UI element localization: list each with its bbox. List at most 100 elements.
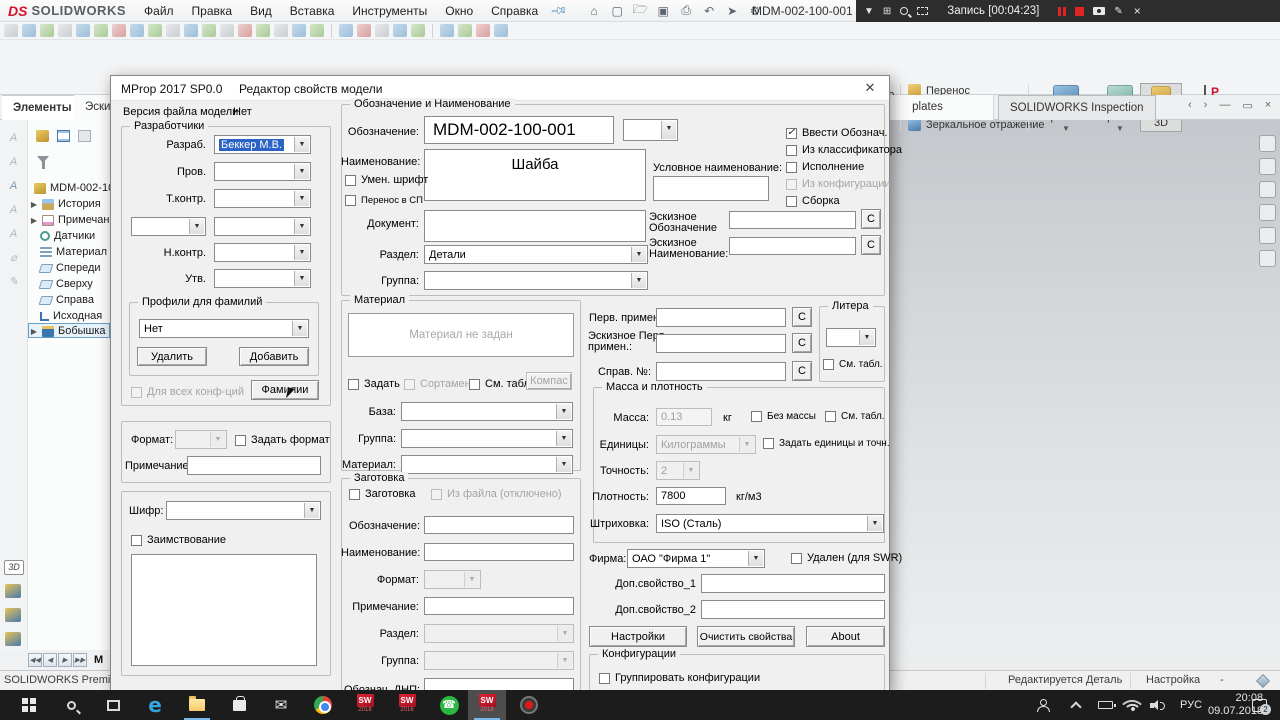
group-combo[interactable]: [424, 271, 648, 290]
annotation-icon[interactable]: ⌀: [5, 250, 22, 266]
section-combo[interactable]: Детали: [424, 245, 648, 264]
toolbar-icon[interactable]: [411, 24, 425, 37]
restore-icon[interactable]: ▭: [1242, 99, 1252, 112]
tree-item-annotations[interactable]: ▶ Примечания: [28, 214, 110, 226]
pin-icon[interactable]: 📌︎: [550, 1, 569, 20]
chrome-button[interactable]: [304, 690, 342, 720]
extra-property-1-input[interactable]: [701, 574, 885, 593]
copy-button[interactable]: C: [792, 361, 812, 381]
tab-solidworks-inspection[interactable]: SOLIDWORKS Inspection: [998, 95, 1156, 120]
solidworks-2018-button[interactable]: SW 2018: [346, 690, 384, 720]
dialog-close-icon[interactable]: ✕: [853, 76, 887, 100]
precision-combo[interactable]: 2: [656, 461, 700, 480]
menu-window[interactable]: Окно: [437, 2, 481, 20]
screenshot-camera-icon[interactable]: [1093, 7, 1105, 15]
borrow-checkbox[interactable]: Заимствование: [131, 534, 226, 546]
taskbar-search-button[interactable]: [52, 690, 90, 720]
blank-note-input[interactable]: [424, 597, 574, 615]
toolbar-icon[interactable]: [393, 24, 407, 37]
set-units-checkbox[interactable]: Задать единицы и точн.: [763, 438, 890, 449]
litera-combo[interactable]: [826, 328, 876, 347]
menu-tools[interactable]: Инструменты: [344, 2, 435, 20]
about-button[interactable]: About: [806, 626, 885, 647]
tray-action-center[interactable]: 2: [1252, 690, 1267, 720]
annotation-icon[interactable]: A: [5, 178, 22, 194]
undo-icon[interactable]: ↶: [701, 3, 717, 18]
expand-arrow-icon[interactable]: ▶: [30, 327, 38, 336]
property-manager-tab-icon[interactable]: [57, 130, 70, 142]
new-file-icon[interactable]: ▢: [609, 3, 625, 18]
model-tab-label[interactable]: М: [94, 654, 103, 666]
tray-language[interactable]: РУС: [1180, 690, 1202, 720]
tree-item-sensors[interactable]: Датчики: [28, 230, 110, 242]
start-button[interactable]: [10, 690, 48, 720]
toolbar-icon[interactable]: [112, 24, 126, 37]
ref-number-input[interactable]: [656, 362, 786, 381]
toolbar-icon[interactable]: [184, 24, 198, 37]
tab-features[interactable]: Элементы: [2, 95, 84, 120]
solidworks-2016-button[interactable]: SW 2016: [388, 690, 426, 720]
annotation-icon[interactable]: ✎: [5, 274, 22, 290]
tree-item-material[interactable]: Материал: [28, 246, 110, 258]
from-classifier-checkbox[interactable]: Из классификатора: [786, 144, 902, 156]
feature-icon[interactable]: [5, 632, 21, 646]
material-base-combo[interactable]: [401, 402, 573, 421]
deleted-for-swr-checkbox[interactable]: Удален (для SWR): [791, 552, 902, 564]
annotation-icon[interactable]: A: [5, 154, 22, 170]
menu-help[interactable]: Справка: [483, 2, 546, 20]
toolbar-icon[interactable]: [130, 24, 144, 37]
menu-file[interactable]: Файл: [136, 2, 182, 20]
designation-suffix-combo[interactable]: [623, 119, 678, 141]
annotation-icon[interactable]: A: [5, 226, 22, 242]
close-recorder-icon[interactable]: ×: [1134, 4, 1141, 18]
feature-icon[interactable]: [5, 608, 21, 622]
home-icon[interactable]: ⌂: [586, 3, 602, 18]
minimize-icon[interactable]: —: [1219, 99, 1230, 112]
ncontrol-combo[interactable]: [214, 243, 311, 262]
menu-edit[interactable]: Правка: [184, 2, 241, 20]
hatch-combo[interactable]: ISO (Сталь): [656, 514, 884, 533]
rec-region-icon[interactable]: [917, 7, 928, 15]
expand-arrow-icon[interactable]: ▶: [30, 200, 38, 209]
toolbar-icon[interactable]: [238, 24, 252, 37]
view-tool-icon[interactable]: [1259, 135, 1276, 152]
toolbar-icon[interactable]: [256, 24, 270, 37]
toolbar-icon[interactable]: [166, 24, 180, 37]
pause-record-icon[interactable]: [1058, 7, 1066, 16]
units-combo[interactable]: Килограммы: [656, 435, 756, 454]
toolbar-icon[interactable]: [202, 24, 216, 37]
from-file-checkbox[interactable]: Из файла (отключено): [431, 488, 562, 500]
toolbar-icon[interactable]: [274, 24, 288, 37]
toolbar-icon[interactable]: [94, 24, 108, 37]
blank-section-combo[interactable]: [424, 624, 574, 643]
annotate-pencil-icon[interactable]: ✎: [1114, 6, 1122, 17]
checker-combo[interactable]: [214, 162, 311, 181]
scroll-left-icon[interactable]: ‹: [1188, 99, 1192, 112]
first-use-input[interactable]: [656, 308, 786, 327]
copy-button[interactable]: C: [792, 307, 812, 327]
view-tool-icon[interactable]: [1259, 250, 1276, 267]
copy-button[interactable]: C: [861, 209, 881, 229]
toolbar-icon[interactable]: [292, 24, 306, 37]
prev-tab-icon[interactable]: ◀: [43, 653, 57, 667]
store-button[interactable]: [220, 690, 258, 720]
sketch-name-input[interactable]: [729, 237, 856, 255]
view-tool-icon[interactable]: [1259, 204, 1276, 221]
tree-item-history[interactable]: ▶ История: [28, 198, 110, 210]
extra-property-2-input[interactable]: [701, 600, 885, 619]
rec-window-icon[interactable]: ⊞: [883, 6, 891, 17]
tree-item-front-plane[interactable]: Спереди: [28, 262, 110, 274]
view-tool-icon[interactable]: [1259, 227, 1276, 244]
tree-item-right-plane[interactable]: Справа: [28, 294, 110, 306]
kompas-button[interactable]: Компас: [526, 372, 572, 390]
annotation-icon[interactable]: A: [5, 130, 22, 146]
blank-group-combo[interactable]: [424, 651, 574, 670]
toolbar-icon[interactable]: [148, 24, 162, 37]
delete-profile-button[interactable]: Удалить: [137, 347, 207, 366]
material-group-combo[interactable]: [401, 429, 573, 448]
tray-show-hidden[interactable]: [1072, 690, 1080, 720]
format-combo[interactable]: [175, 430, 227, 449]
menu-view[interactable]: Вид: [242, 2, 280, 20]
print-icon[interactable]: ⎙: [678, 3, 694, 18]
file-explorer-button[interactable]: [178, 690, 216, 720]
